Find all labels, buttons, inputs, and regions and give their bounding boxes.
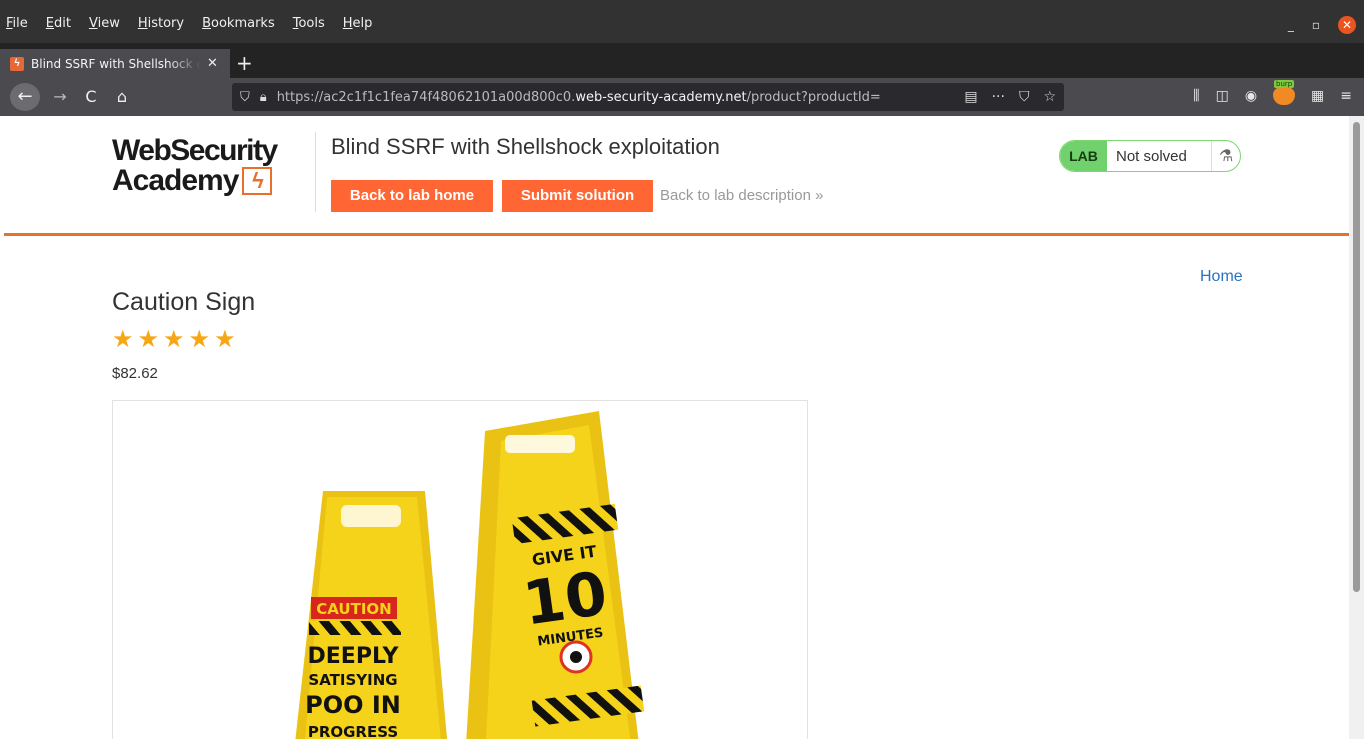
product-title: Caution Sign [112, 288, 256, 316]
toolbar-right: ⫼ ◫ ◉ ▦ ≡ [1193, 80, 1352, 105]
lab-header: WebSecurity Academy ϟ Blind SSRF with She… [4, 116, 1349, 236]
hamburger-menu-icon[interactable]: ≡ [1340, 88, 1352, 104]
library-icon[interactable]: ⫼ [1193, 88, 1199, 104]
product-image: GIVE IT 10 MINUTES CAUTION DEEPLY SATISY… [112, 400, 808, 739]
sign-left-line4: PROGRESS [308, 723, 398, 739]
back-arrow-icon[interactable]: ← [10, 83, 40, 111]
tab-close-icon[interactable]: ✕ [207, 56, 218, 71]
favicon-icon: ϟ [10, 56, 24, 71]
star-icon: ★ [112, 326, 134, 353]
caution-signs-illustration: GIVE IT 10 MINUTES CAUTION DEEPLY SATISY… [295, 411, 645, 739]
sidebar-icon[interactable]: ◫ [1216, 88, 1229, 104]
menu-list: File Edit View History Bookmarks Tools H… [0, 0, 390, 31]
sign-left-line1: DEEPLY [308, 644, 400, 669]
extensions-icon[interactable]: ▦ [1311, 88, 1324, 104]
navigation-bar: ← → C ⌂ ⛉ 🔒︎ https://ac2c1f1c1fea74f4806… [0, 78, 1364, 116]
submit-solution-button[interactable]: Submit solution [502, 180, 653, 212]
lab-status-text: Not solved [1116, 147, 1187, 165]
menu-file[interactable]: File [6, 16, 28, 31]
lab-badge: LAB [1060, 141, 1107, 171]
restore-icon[interactable]: ▫ [1312, 18, 1320, 32]
star-icon: ★ [137, 326, 160, 353]
menu-history[interactable]: History [138, 16, 184, 31]
left-caution-sign: CAUTION DEEPLY SATISYING POO IN PROGRESS [295, 491, 448, 739]
more-icon[interactable]: ··· [992, 89, 1005, 105]
sign-left-line2: SATISYING [308, 671, 397, 689]
scrollbar-thumb[interactable] [1353, 122, 1360, 592]
lightning-bolt-icon: ϟ [242, 167, 273, 195]
menu-help[interactable]: Help [343, 16, 373, 31]
star-icon: ★ [188, 326, 211, 353]
flask-icon: ⚗ [1218, 148, 1234, 165]
menu-view[interactable]: View [89, 16, 120, 31]
tracking-shield-icon[interactable]: ⛉ [240, 90, 250, 105]
reload-icon[interactable]: C [80, 83, 102, 111]
sign-left-caution: CAUTION [316, 600, 391, 618]
burp-extension-icon[interactable] [1273, 80, 1296, 105]
header-divider [315, 132, 316, 212]
url-bar[interactable]: ⛉ 🔒︎ https://ac2c1f1c1fea74f48062101a00d… [232, 83, 1064, 111]
tab-active[interactable]: ϟ Blind SSRF with Shellshock exploitatio… [0, 49, 230, 78]
close-window-icon[interactable]: ✕ [1338, 16, 1356, 34]
forward-arrow-icon[interactable]: → [50, 83, 70, 111]
page-scrollbar[interactable] [1349, 116, 1364, 739]
new-tab-icon[interactable]: + [236, 51, 253, 75]
lab-title: Blind SSRF with Shellshock exploitation [331, 134, 720, 159]
url-text[interactable]: https://ac2c1f1c1fea74f48062101a00d800c0… [277, 90, 927, 105]
menu-bookmarks[interactable]: Bookmarks [202, 16, 275, 31]
product-price: $82.62 [112, 365, 158, 382]
url-actions: ▤ ··· ⛉ ☆ [964, 89, 1056, 105]
home-icon[interactable]: ⌂ [110, 83, 134, 111]
menu-bar: File Edit View History Bookmarks Tools H… [0, 0, 1364, 43]
window-controls: _ ▫ ✕ [1288, 16, 1356, 34]
star-icon: ★ [163, 326, 185, 353]
lab-status-widget: LAB Not solved ⚗ [1059, 140, 1241, 172]
menu-tools[interactable]: Tools [293, 16, 325, 31]
web-security-academy-logo[interactable]: WebSecurity Academy ϟ [112, 136, 312, 196]
page-viewport: WebSecurity Academy ϟ Blind SSRF with She… [4, 116, 1349, 739]
menu-edit[interactable]: Edit [46, 16, 71, 31]
back-to-lab-description-link[interactable]: Back to lab description » [660, 187, 823, 204]
pocket-icon[interactable]: ⛉ [1019, 89, 1030, 105]
minimize-icon[interactable]: _ [1288, 18, 1294, 32]
tab-title: Blind SSRF with Shellshock exploitation [31, 56, 201, 71]
tab-strip: ϟ Blind SSRF with Shellshock exploitatio… [0, 43, 1364, 78]
home-link[interactable]: Home [1200, 268, 1243, 286]
star-rating: ★ ★ ★ ★ ★ [112, 328, 236, 352]
back-to-lab-home-button[interactable]: Back to lab home [331, 180, 493, 212]
lock-icon[interactable]: 🔒︎ [260, 90, 267, 105]
account-icon[interactable]: ◉ [1245, 88, 1257, 104]
right-caution-sign: GIVE IT 10 MINUTES [466, 411, 645, 739]
star-icon: ★ [214, 326, 236, 353]
sign-left-line3: POO IN [305, 691, 401, 719]
reader-view-icon[interactable]: ▤ [964, 89, 977, 105]
bookmark-star-icon[interactable]: ☆ [1043, 89, 1056, 105]
